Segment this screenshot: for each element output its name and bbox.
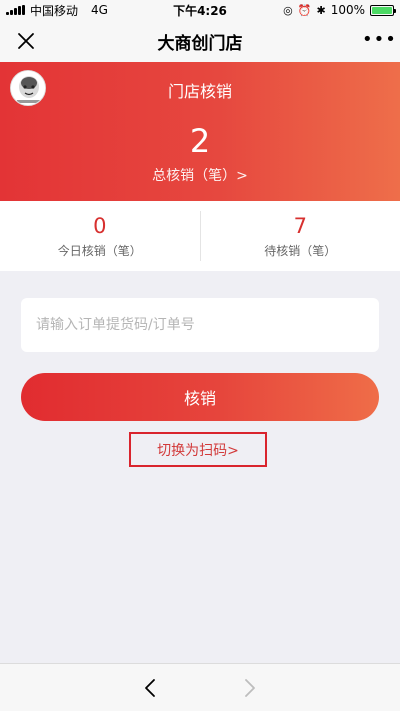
network-text: 4G bbox=[91, 3, 108, 17]
switch-to-scan-link[interactable]: 切换为扫码> bbox=[129, 432, 267, 467]
today-label: 今日核销（笔） bbox=[57, 244, 142, 258]
carrier-text: 中国移动 bbox=[30, 3, 79, 18]
chevron-right-icon[interactable] bbox=[240, 678, 258, 698]
verify-button[interactable]: 核销 bbox=[21, 373, 379, 421]
nav-bar: 大商创门店 ••• bbox=[0, 20, 400, 62]
header-title: 门店核销 bbox=[167, 82, 232, 101]
signal-icon bbox=[6, 5, 25, 15]
pickup-code-input[interactable] bbox=[21, 298, 379, 352]
pending-label: 待核销（笔） bbox=[264, 244, 337, 258]
browser-toolbar bbox=[0, 663, 400, 711]
close-icon[interactable] bbox=[16, 31, 36, 51]
battery-icon bbox=[370, 4, 396, 16]
verification-header: 门店核销 2 总核销（笔）> bbox=[0, 62, 400, 201]
total-count: 2 bbox=[189, 122, 211, 160]
more-icon[interactable]: ••• bbox=[362, 30, 396, 50]
pending-count: 7 bbox=[293, 214, 307, 238]
stat-pending: 7 待核销（笔） bbox=[201, 201, 400, 271]
total-label-link[interactable]: 总核销（笔）> bbox=[0, 165, 400, 185]
alarm-icon: ⏰ bbox=[297, 3, 312, 17]
status-bar: 中国移动 4G 下午4:26 ◎ ⏰ ✱ 100% bbox=[0, 0, 400, 20]
status-left: 中国移动 4G bbox=[6, 2, 108, 19]
stat-today: 0 今日核销（笔） bbox=[0, 201, 200, 271]
battery-percent: 100% bbox=[330, 3, 365, 17]
status-right: ◎ ⏰ ✱ 100% bbox=[283, 3, 396, 17]
location-icon: ◎ bbox=[283, 3, 293, 17]
page-title: 大商创门店 bbox=[157, 33, 243, 54]
chevron-left-icon[interactable] bbox=[142, 678, 160, 698]
bluetooth-icon: ✱ bbox=[316, 3, 326, 17]
code-input-wrapper bbox=[21, 298, 379, 352]
today-count: 0 bbox=[93, 214, 107, 238]
battery-fill bbox=[372, 6, 392, 14]
stats-panel: 0 今日核销（笔） 7 待核销（笔） bbox=[0, 201, 400, 271]
